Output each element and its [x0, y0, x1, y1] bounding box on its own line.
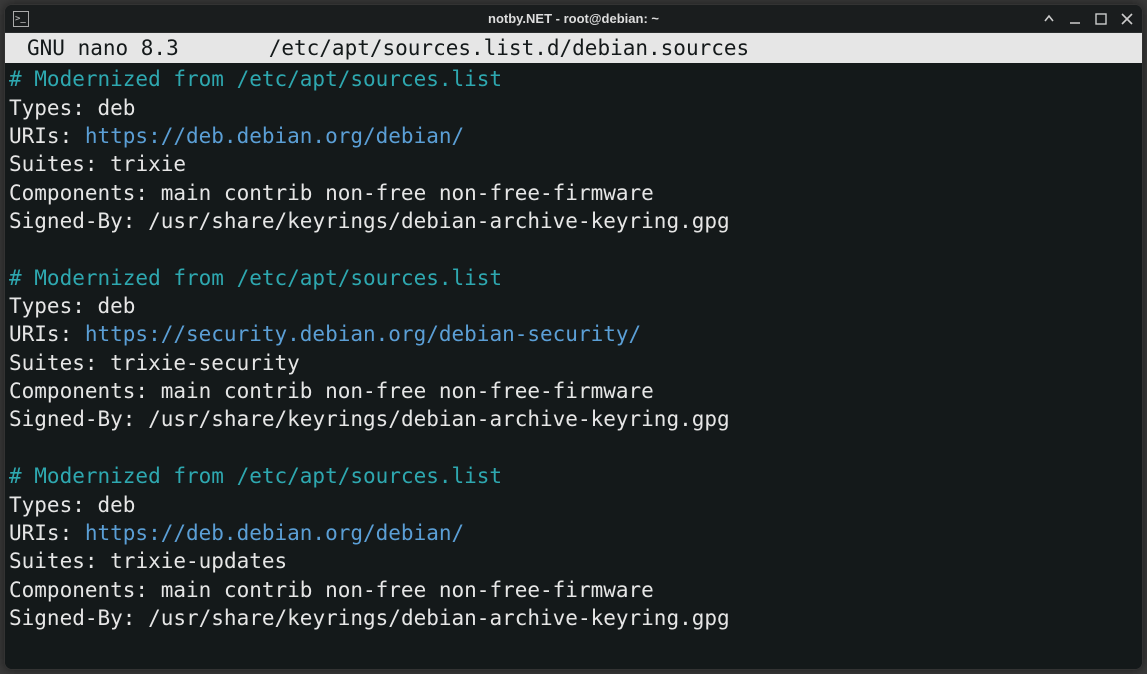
- config-line: Signed-By: /usr/share/keyrings/debian-ar…: [9, 604, 1138, 632]
- window-titlebar[interactable]: >_ notby.NET - root@debian: ~: [5, 5, 1142, 33]
- config-line: Types: deb: [9, 292, 1138, 320]
- config-line: Suites: trixie-updates: [9, 547, 1138, 575]
- terminal-window: >_ notby.NET - root@debian: ~ GNU nano 8…: [4, 4, 1143, 670]
- window-title: notby.NET - root@debian: ~: [488, 11, 659, 26]
- comment-line: # Modernized from /etc/apt/sources.list: [9, 464, 502, 488]
- config-line: Types: deb: [9, 94, 1138, 122]
- blank-line: [9, 434, 1138, 462]
- close-button[interactable]: [1120, 12, 1134, 26]
- nano-app-name: GNU nano 8.3: [9, 34, 179, 62]
- comment-line: # Modernized from /etc/apt/sources.list: [9, 67, 502, 91]
- config-line: Components: main contrib non-free non-fr…: [9, 179, 1138, 207]
- config-line: URIs: https://deb.debian.org/debian/: [9, 122, 1138, 150]
- maximize-button[interactable]: [1094, 12, 1108, 26]
- comment-line: # Modernized from /etc/apt/sources.list: [9, 266, 502, 290]
- config-line: URIs: https://security.debian.org/debian…: [9, 320, 1138, 348]
- minimize-button[interactable]: [1068, 12, 1082, 26]
- config-line: Suites: trixie-security: [9, 349, 1138, 377]
- nano-filename: /etc/apt/sources.list.d/debian.sources: [269, 34, 749, 62]
- blank-line: [9, 235, 1138, 263]
- config-line: URIs: https://deb.debian.org/debian/: [9, 519, 1138, 547]
- nano-header: GNU nano 8.3 /etc/apt/sources.list.d/deb…: [5, 33, 1142, 63]
- config-line: Signed-By: /usr/share/keyrings/debian-ar…: [9, 207, 1138, 235]
- config-line: Types: deb: [9, 491, 1138, 519]
- arrow-up-icon[interactable]: [1042, 12, 1056, 26]
- config-line: Components: main contrib non-free non-fr…: [9, 576, 1138, 604]
- editor-content[interactable]: # Modernized from /etc/apt/sources.list …: [5, 63, 1142, 634]
- config-line: Components: main contrib non-free non-fr…: [9, 377, 1138, 405]
- config-line: Suites: trixie: [9, 150, 1138, 178]
- config-line: Signed-By: /usr/share/keyrings/debian-ar…: [9, 405, 1138, 433]
- terminal-body[interactable]: GNU nano 8.3 /etc/apt/sources.list.d/deb…: [5, 33, 1142, 669]
- terminal-icon: >_: [13, 11, 29, 27]
- window-controls: [1042, 12, 1134, 26]
